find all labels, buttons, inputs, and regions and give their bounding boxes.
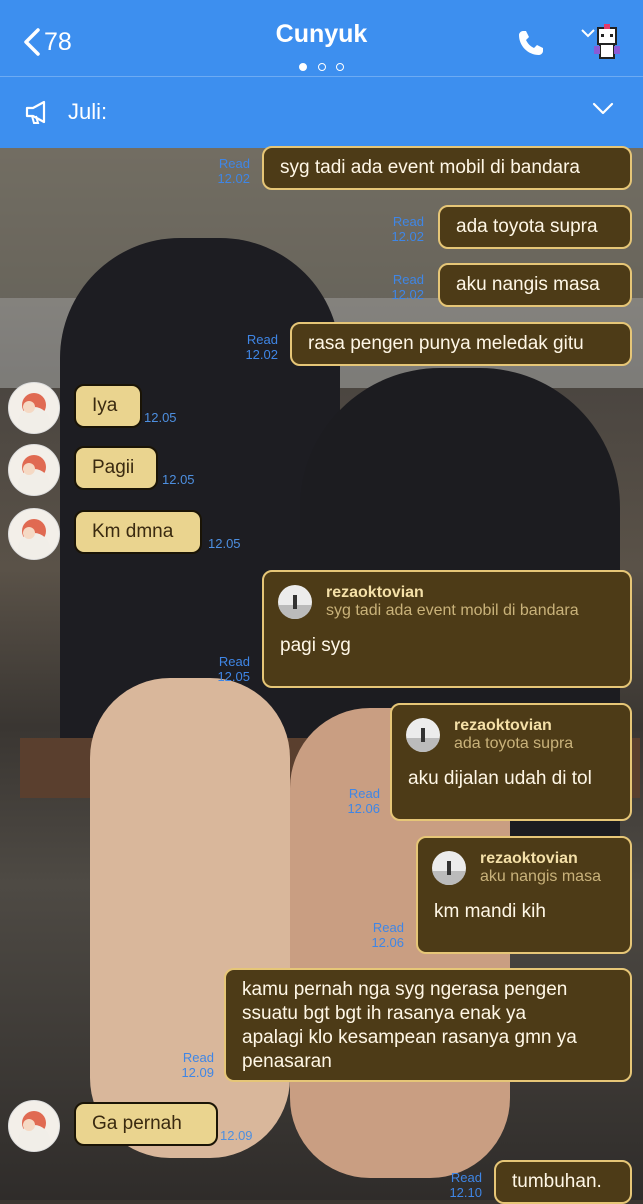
- message-text: Km dmna: [92, 521, 174, 542]
- incoming-message[interactable]: Iya: [74, 384, 142, 428]
- reply-author: rezaoktovian: [454, 717, 552, 734]
- profile-photo-icon: [18, 393, 50, 433]
- read-receipt: Read: [392, 214, 424, 229]
- message-time: 12.09: [181, 1065, 214, 1080]
- outgoing-message[interactable]: kamu pernah nga syg ngerasa pengen ssuat…: [224, 968, 632, 1082]
- chat-header: 78 Cunyuk: [0, 0, 643, 76]
- read-receipt: Read: [450, 1170, 482, 1185]
- page-dot: [335, 63, 344, 71]
- pixel-character-icon[interactable]: [580, 22, 626, 66]
- contact-avatar[interactable]: [8, 444, 60, 496]
- message-meta: Read 12.06: [354, 920, 404, 950]
- reply-avatar: [406, 718, 440, 752]
- message-meta: Read 12.02: [200, 156, 250, 186]
- message-meta: Read 12.10: [432, 1170, 482, 1200]
- read-receipt: Read: [348, 786, 380, 801]
- reply-text: aku nangis masa: [480, 868, 601, 885]
- announcement-bar[interactable]: Juli:: [0, 76, 643, 149]
- incoming-message[interactable]: Pagii: [74, 446, 158, 490]
- profile-photo-icon: [18, 455, 50, 495]
- bg-legs-left: [90, 678, 290, 1158]
- read-receipt: Read: [372, 920, 404, 935]
- outgoing-reply-message[interactable]: rezaoktovian aku nangis masa km mandi ki…: [416, 836, 632, 954]
- message-meta: Read 12.06: [330, 786, 380, 816]
- message-meta: Read 12.05: [200, 654, 250, 684]
- message-text: aku dijalan udah di tol: [408, 768, 592, 789]
- phone-icon[interactable]: [516, 28, 546, 58]
- message-time: 12.02: [245, 347, 278, 362]
- outgoing-reply-message[interactable]: rezaoktovian ada toyota supra aku dijala…: [390, 703, 632, 821]
- message-time: 12.05: [144, 410, 177, 425]
- message-text: syg tadi ada event mobil di bandara: [280, 157, 580, 178]
- read-receipt: Read: [218, 156, 250, 171]
- message-text: Ga pernah: [92, 1113, 182, 1134]
- message-time: 12.05: [217, 669, 250, 684]
- message-text: ada toyota supra: [456, 216, 598, 237]
- message-time: 12.02: [391, 287, 424, 302]
- message-time: 12.10: [449, 1185, 482, 1200]
- announcement-text: Juli:: [68, 99, 108, 124]
- message-time: 12.02: [217, 171, 250, 186]
- outgoing-message[interactable]: tumbuhan.: [494, 1160, 632, 1204]
- incoming-message[interactable]: Km dmna: [74, 510, 202, 554]
- contact-avatar[interactable]: [8, 382, 60, 434]
- read-receipt: Read: [218, 654, 250, 669]
- message-text: Pagii: [92, 457, 135, 478]
- message-text: kamu pernah nga syg ngerasa pengen ssuat…: [242, 979, 577, 1072]
- megaphone-icon: [25, 100, 46, 124]
- outgoing-message[interactable]: ada toyota supra: [438, 205, 632, 249]
- message-text: pagi syg: [280, 635, 351, 656]
- message-meta: Read 12.02: [374, 214, 424, 244]
- reply-author: rezaoktovian: [480, 850, 578, 867]
- page-indicator: [0, 58, 643, 76]
- message-text: Iya: [92, 395, 118, 416]
- read-receipt: Read: [392, 272, 424, 287]
- reply-quote[interactable]: rezaoktovian ada toyota supra: [406, 717, 616, 753]
- read-receipt: Read: [246, 332, 278, 347]
- reply-quote[interactable]: rezaoktovian syg tadi ada event mobil di…: [278, 584, 616, 620]
- reply-quote[interactable]: rezaoktovian aku nangis masa: [432, 850, 616, 886]
- message-text: aku nangis masa: [456, 274, 600, 295]
- reply-text: ada toyota supra: [454, 735, 574, 752]
- message-time: 12.06: [347, 801, 380, 816]
- page-dot-active: [299, 63, 308, 71]
- message-time: 12.09: [220, 1128, 253, 1143]
- reply-avatar: [278, 585, 312, 619]
- message-time: 12.02: [391, 229, 424, 244]
- profile-photo-icon: [18, 1111, 50, 1151]
- reply-author: rezaoktovian: [326, 584, 424, 601]
- chat-title[interactable]: Cunyuk: [0, 20, 643, 49]
- profile-photo-icon: [18, 519, 50, 559]
- message-text: rasa pengen punya meledak gitu: [308, 333, 584, 354]
- reply-text: syg tadi ada event mobil di bandara: [326, 602, 579, 619]
- message-time: 12.06: [371, 935, 404, 950]
- message-meta: Read 12.09: [164, 1050, 214, 1080]
- message-meta: Read 12.02: [374, 272, 424, 302]
- outgoing-message[interactable]: aku nangis masa: [438, 263, 632, 307]
- message-time: 12.05: [162, 472, 195, 487]
- contact-avatar[interactable]: [8, 1100, 60, 1152]
- contact-avatar[interactable]: [8, 508, 60, 560]
- incoming-message[interactable]: Ga pernah: [74, 1102, 218, 1146]
- message-meta: Read 12.02: [228, 332, 278, 362]
- page-dot: [317, 63, 326, 71]
- outgoing-message[interactable]: rasa pengen punya meledak gitu: [290, 322, 632, 366]
- chevron-down-icon[interactable]: [592, 102, 614, 116]
- reply-avatar: [432, 851, 466, 885]
- message-time: 12.05: [208, 536, 241, 551]
- read-receipt: Read: [182, 1050, 214, 1065]
- message-text: tumbuhan.: [512, 1171, 602, 1192]
- message-text: km mandi kih: [434, 901, 546, 922]
- outgoing-reply-message[interactable]: rezaoktovian syg tadi ada event mobil di…: [262, 570, 632, 688]
- outgoing-message[interactable]: syg tadi ada event mobil di bandara: [262, 146, 632, 190]
